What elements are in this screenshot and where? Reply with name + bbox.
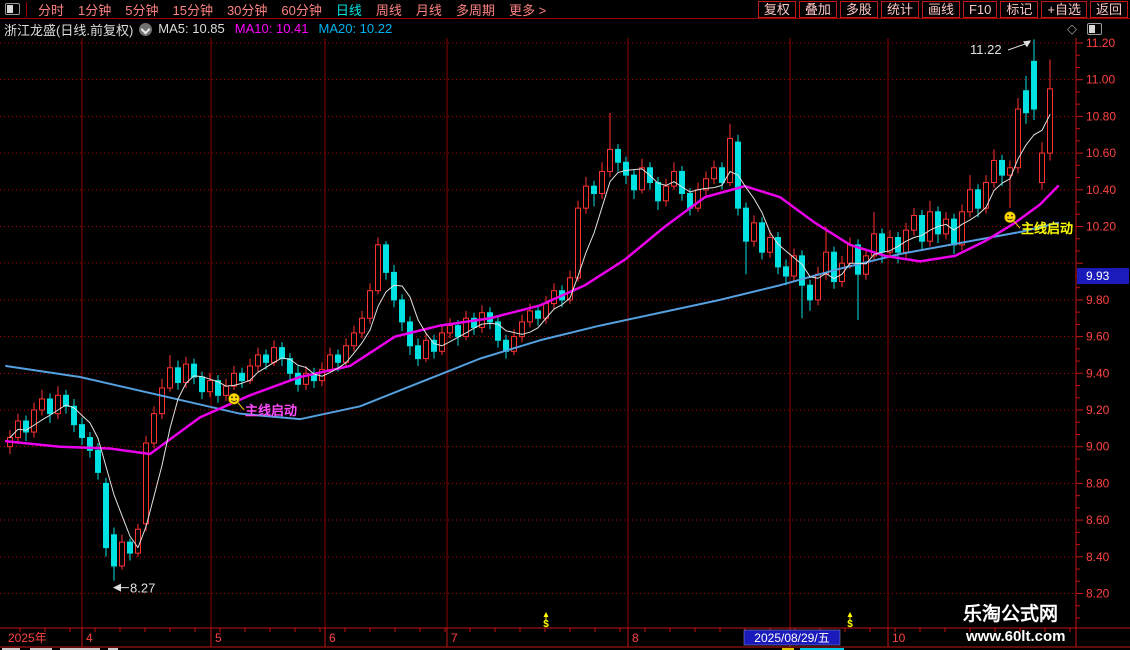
chevron-down-icon[interactable] xyxy=(139,22,153,36)
price-axis-label: 8.20 xyxy=(1086,587,1110,601)
tool-button-4[interactable]: 统计 xyxy=(880,0,919,18)
month-label: 6 xyxy=(329,631,336,645)
month-label: 10 xyxy=(892,631,906,645)
signal-text-2: 主线启动 xyxy=(1021,221,1073,236)
month-label: 5 xyxy=(215,631,222,645)
ma-label-2: MA10: 10.41 xyxy=(234,21,309,36)
ma5-line xyxy=(9,114,1051,549)
tool-button-7[interactable]: 标记 xyxy=(1000,0,1039,18)
stock-title: 浙江龙盛(日线.前复权) xyxy=(4,22,134,38)
price-axis-label: 10.40 xyxy=(1086,183,1116,197)
month-label: 7 xyxy=(451,631,458,645)
price-axis-label: 9.60 xyxy=(1086,330,1110,344)
month-label: 8 xyxy=(632,631,639,645)
price-axis-label: 10.80 xyxy=(1086,109,1116,123)
tool-button-6[interactable]: F10 xyxy=(962,0,998,18)
price-axis-label: 9.00 xyxy=(1086,440,1110,454)
price-axis-label: 9.20 xyxy=(1086,403,1110,417)
panel-toggle-icon[interactable] xyxy=(1087,23,1102,35)
price-axis-label: 8.80 xyxy=(1086,476,1110,490)
price-axis-label: 11.00 xyxy=(1086,73,1115,87)
annotations: 11.228.27主线启动主线启动$ $ xyxy=(113,40,1073,630)
price-axis-label: 11.20 xyxy=(1086,38,1115,50)
stock-chart-app: { "menubar": { "left_items": [ {"label":… xyxy=(0,0,1130,650)
price-axis-label: 8.60 xyxy=(1086,513,1110,527)
ma-label-3: MA20: 10.22 xyxy=(318,21,393,36)
dividend-marker: $ xyxy=(543,612,549,630)
title-icons: ◇ xyxy=(1067,21,1102,37)
diamond-icon[interactable]: ◇ xyxy=(1067,21,1077,37)
tool-button-2[interactable]: 叠加 xyxy=(798,0,837,18)
low-price-annotation: 8.27 xyxy=(130,581,155,596)
price-axis-label: 10.20 xyxy=(1086,220,1116,234)
period-item-9[interactable]: 月线 xyxy=(409,0,449,19)
month-gridlines xyxy=(81,38,889,628)
period-item-7[interactable]: 日线 xyxy=(329,0,369,19)
candlestick-chart[interactable]: 11.228.27主线启动主线启动$ $11.2011.0010.8010.601… xyxy=(0,36,1130,650)
titlebar: 浙江龙盛(日线.前复权) MA5: 10.85 MA10: 10.41 MA20: … xyxy=(0,20,1130,38)
period-item-11[interactable]: 更多 > xyxy=(502,0,553,19)
price-axis-label: 9.80 xyxy=(1086,293,1110,307)
menu-separator xyxy=(26,1,27,17)
ma-lines xyxy=(4,114,1060,549)
tool-button-8[interactable]: +自选 xyxy=(1041,0,1087,18)
candles xyxy=(7,39,1053,581)
selected-date-label: 2025/08/29/五 xyxy=(754,631,829,645)
period-menu: 分时 1分钟 5分钟 15分钟 30分钟 60分钟 日线 周线 月线 多周期 更多 > xyxy=(31,0,553,19)
period-item-10[interactable]: 多周期 xyxy=(449,0,502,19)
tool-button-3[interactable]: 多股 xyxy=(839,0,878,18)
period-item-3[interactable]: 5分钟 xyxy=(118,0,165,19)
price-axis-label: 8.40 xyxy=(1086,550,1110,564)
axes: 11.20 11.00 10.80 10.60 10.40 10.20 9.80 9.60 9.… xyxy=(0,36,1130,650)
price-axis-label: 10.60 xyxy=(1086,146,1116,160)
signal-text-1: 主线启动 xyxy=(245,403,297,418)
price-axis-label: 9.40 xyxy=(1086,366,1110,380)
menubar: 分时 1分钟 5分钟 15分钟 30分钟 60分钟 日线 周线 月线 多周期 更多 > 复权 叠加 多股… xyxy=(0,0,1130,19)
watermark-line1: 乐淘公式网 xyxy=(963,602,1058,625)
tool-button-1[interactable]: 复权 xyxy=(757,0,796,18)
period-item-4[interactable]: 15分钟 xyxy=(165,0,219,19)
tool-button-9[interactable]: 返回 xyxy=(1089,0,1128,18)
tool-buttons: 复权 叠加 多股 统计 画线 F10 标记 +自选 返回 xyxy=(755,0,1130,18)
year-label: 2025年 xyxy=(8,631,47,645)
watermark: 乐淘公式网 www.60lt.com xyxy=(963,602,1065,645)
high-price-annotation: 11.22 xyxy=(970,42,1002,57)
signal-smiley-icon xyxy=(228,393,245,411)
period-item-8[interactable]: 周线 xyxy=(369,0,409,19)
window-layout-icon[interactable] xyxy=(5,3,20,15)
period-item-6[interactable]: 60分钟 xyxy=(274,0,328,19)
period-item-5[interactable]: 30分钟 xyxy=(220,0,274,19)
period-item-1[interactable]: 分时 xyxy=(31,0,71,19)
period-item-2[interactable]: 1分钟 xyxy=(71,0,118,19)
ma-label-1: MA5: 10.85 xyxy=(158,21,225,36)
month-label: 4 xyxy=(86,631,93,645)
chart-area: 11.22 8.27 主线启动 主线启动 $ $11.20 11.00 10.80 10.60 1… xyxy=(0,36,1130,650)
dividend-marker: $ xyxy=(847,612,853,630)
selected-price-label: 9.93 xyxy=(1086,269,1110,283)
tool-button-5[interactable]: 画线 xyxy=(921,0,960,18)
watermark-line2: www.60lt.com xyxy=(965,628,1065,645)
ma-legend: MA5: 10.85 MA10: 10.41 MA20: 10.22 xyxy=(158,20,402,38)
